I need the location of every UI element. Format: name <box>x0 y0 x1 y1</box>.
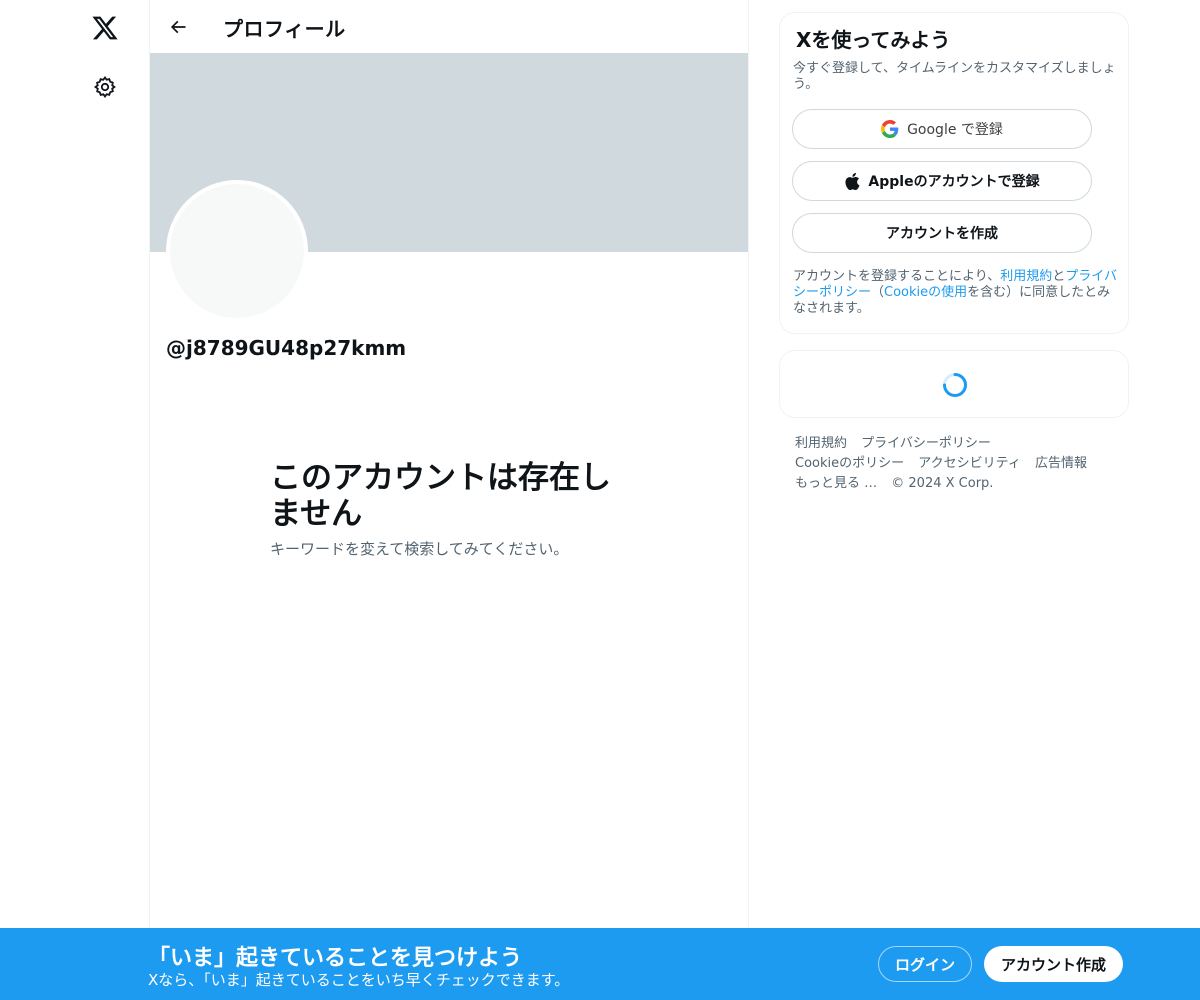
terms-prefix: アカウントを登録することにより、 <box>793 269 1001 284</box>
arrow-left-icon <box>170 20 186 34</box>
signup-button[interactable]: アカウント作成 <box>984 946 1123 982</box>
left-nav <box>0 0 149 1000</box>
terms-paren: （ <box>871 285 885 300</box>
bottom-bar-subtitle: Xなら、「いま」起きていることをいち早くチェックできます。 <box>148 971 570 989</box>
bottom-signup-bar: 「いま」起きていることを見つけよう Xなら、「いま」起きていることをいち早くチェ… <box>0 928 1200 1000</box>
login-button[interactable]: ログイン <box>878 946 972 982</box>
bottom-bar-title: 「いま」起きていることを見つけよう <box>148 946 523 971</box>
footer-copyright: © 2024 X Corp. <box>891 476 994 491</box>
signup-subtitle: 今すぐ登録して、タイムラインをカスタマイズしましょう。 <box>793 61 1116 92</box>
x-logo-icon[interactable] <box>81 4 129 52</box>
footer-links: 利用規約 プライバシーポリシー Cookieのポリシー アクセシビリティ 広告情… <box>795 434 1125 494</box>
apple-signup-button[interactable]: Appleのアカウントで登録 <box>792 161 1092 201</box>
footer-link-cookie[interactable]: Cookieのポリシー <box>795 456 904 471</box>
avatar <box>166 180 308 322</box>
main-column: プロフィール @j8789GU48p27kmm このアカウントは存在しません キ… <box>149 0 749 1000</box>
empty-state-subtitle: キーワードを変えて検索してみてください。 <box>270 540 569 558</box>
terms-link[interactable]: 利用規約 <box>1000 269 1052 284</box>
create-account-label: アカウントを作成 <box>886 226 998 242</box>
footer-link-accessibility[interactable]: アクセシビリティ <box>918 456 1021 471</box>
back-button[interactable] <box>160 9 196 45</box>
cookie-link[interactable]: Cookieの使用 <box>884 285 967 300</box>
signup-title: Xを使ってみよう <box>796 28 951 52</box>
google-signup-button[interactable]: Google で登録 <box>792 109 1092 149</box>
loading-card <box>779 350 1129 418</box>
google-icon <box>881 120 899 138</box>
page-title: プロフィール <box>223 17 346 41</box>
footer-link-privacy[interactable]: プライバシーポリシー <box>861 436 991 451</box>
empty-state-title: このアカウントは存在しません <box>270 460 611 532</box>
empty-state: このアカウントは存在しません キーワードを変えて検索してみてください。 <box>270 460 630 559</box>
spinner-icon <box>943 373 967 397</box>
terms-text: アカウントを登録することにより、利用規約とプライバシーポリシー（Cookieの使… <box>793 269 1121 317</box>
profile-header: プロフィール <box>150 0 748 53</box>
terms-and: と <box>1052 269 1066 284</box>
signup-card: Xを使ってみよう 今すぐ登録して、タイムラインをカスタマイズしましょう。 Goo… <box>779 12 1129 334</box>
google-signup-label: Google で登録 <box>907 122 1003 138</box>
apple-signup-label: Appleのアカウントで登録 <box>868 174 1040 190</box>
create-account-button[interactable]: アカウントを作成 <box>792 213 1092 253</box>
gear-icon[interactable] <box>81 63 129 111</box>
apple-icon <box>845 172 860 190</box>
footer-link-ads[interactable]: 広告情報 <box>1035 456 1087 471</box>
footer-link-more[interactable]: もっと見る … <box>795 476 877 491</box>
footer-link-terms[interactable]: 利用規約 <box>795 436 847 451</box>
profile-handle: @j8789GU48p27kmm <box>166 336 407 360</box>
